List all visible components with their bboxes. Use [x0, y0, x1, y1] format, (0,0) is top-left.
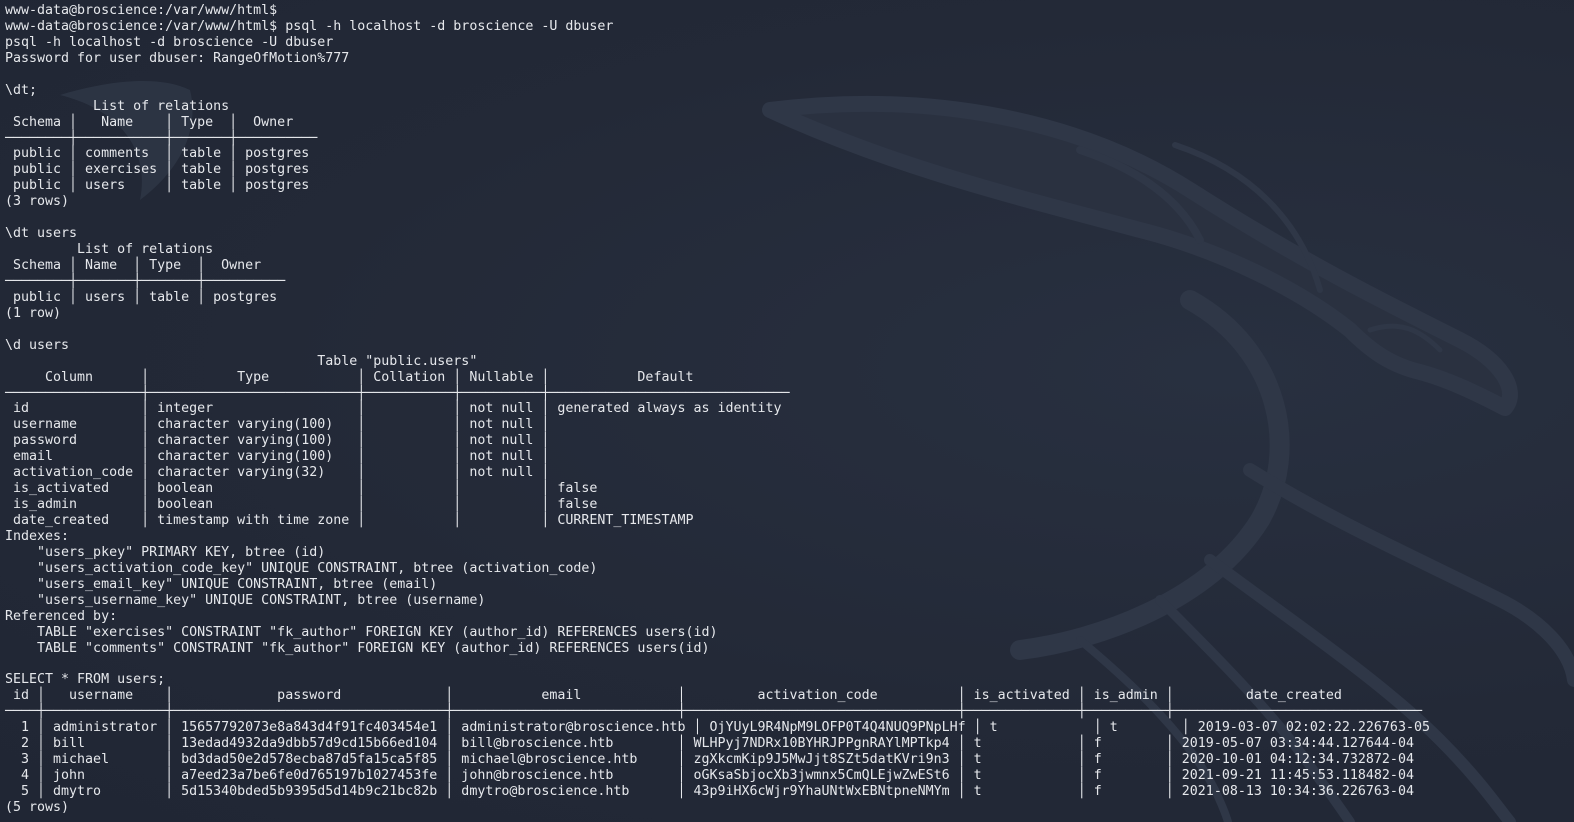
- terminal-line: (1 row): [5, 305, 62, 321]
- terminal-line: activation_code │ character varying(32) …: [5, 465, 550, 481]
- terminal-line: "users_username_key" UNIQUE CONSTRAINT, …: [5, 592, 486, 608]
- terminal-line: www-data@broscience:/var/www/html$: [5, 3, 278, 18]
- terminal-line: password │ character varying(100) │ │ no…: [5, 433, 550, 449]
- terminal-line: Indexes:: [5, 528, 70, 544]
- terminal-line: 4 │ john │ a7eed23a7be6fe0d765197b102745…: [5, 768, 1414, 783]
- terminal-window[interactable]: www-data@broscience:/var/www/html$ www-da…: [0, 0, 1574, 822]
- terminal-line: ─────────────────┼──────────────────────…: [5, 385, 790, 401]
- terminal-line: id │ integer │ │ not null │ generated al…: [5, 401, 782, 417]
- terminal-line: \dt users: [5, 226, 78, 242]
- terminal-line: List of relations: [5, 98, 230, 114]
- terminal-line: List of relations: [5, 242, 214, 258]
- terminal-line: psql -h localhost -d broscience -U dbuse…: [5, 34, 334, 50]
- terminal-line: "users_pkey" PRIMARY KEY, btree (id): [5, 544, 326, 560]
- terminal-line: (3 rows): [5, 194, 70, 210]
- terminal-line: 2 │ bill │ 13edad4932da9dbb57d9cd15b66ed…: [5, 736, 1414, 752]
- terminal-line: Schema │ Name │ Type │ Owner: [5, 258, 262, 273]
- terminal-line: is_activated │ boolean │ │ │ false: [5, 481, 598, 497]
- terminal-line: \dt;: [5, 82, 38, 98]
- terminal-line: is_admin │ boolean │ │ │ false: [5, 497, 598, 513]
- terminal-line: Password for user dbuser: RangeOfMotion%…: [5, 50, 350, 66]
- terminal-line: \d users: [5, 337, 70, 353]
- terminal-line: TABLE "comments" CONSTRAINT "fk_author" …: [5, 640, 710, 656]
- terminal-line: "users_email_key" UNIQUE CONSTRAINT, btr…: [5, 576, 438, 592]
- terminal-line: public │ users │ table │ postgres: [5, 178, 310, 194]
- terminal-line: public │ exercises │ table │ postgres: [5, 162, 310, 178]
- terminal-line: id │ username │ password │ email │ activ…: [5, 688, 1342, 704]
- terminal-line: TABLE "exercises" CONSTRAINT "fk_author"…: [5, 624, 718, 640]
- terminal-line: date_created │ timestamp with time zone …: [5, 513, 694, 528]
- terminal-line: Referenced by:: [5, 608, 118, 624]
- terminal-line: Table "public.users": [5, 353, 478, 369]
- terminal-line: 5 │ dmytro │ 5d15340bded5b9395d5d14b9c21…: [5, 783, 1414, 799]
- terminal-line: Column │ Type │ Collation │ Nullable │ D…: [5, 369, 694, 385]
- terminal-line: 1 │ administrator │ 15657792073e8a843d4f…: [5, 720, 1430, 736]
- terminal-line: email │ character varying(100) │ │ not n…: [5, 449, 550, 465]
- terminal-line: "users_activation_code_key" UNIQUE CONST…: [5, 560, 598, 576]
- terminal-line: ────────┼───────────┼───────┼──────────: [5, 130, 318, 146]
- terminal-line: ────┼───────────────┼───────────────────…: [5, 704, 1422, 720]
- terminal-line: username │ character varying(100) │ │ no…: [5, 417, 550, 433]
- terminal-line: (5 rows): [5, 799, 70, 815]
- terminal-line: ────────┼───────┼───────┼──────────: [5, 273, 286, 289]
- terminal-line: Schema │ Name │ Type │ Owner: [5, 114, 294, 130]
- terminal-output[interactable]: www-data@broscience:/var/www/html$ www-da…: [5, 3, 1430, 816]
- terminal-line: public │ comments │ table │ postgres: [5, 146, 310, 162]
- terminal-line: public │ users │ table │ postgres: [5, 289, 278, 305]
- terminal-line: 3 │ michael │ bd3dad50e2d578ecba87d5fa15…: [5, 752, 1414, 768]
- terminal-line: www-data@broscience:/var/www/html$ psql …: [5, 18, 614, 34]
- terminal-line: SELECT * FROM users;: [5, 672, 166, 688]
